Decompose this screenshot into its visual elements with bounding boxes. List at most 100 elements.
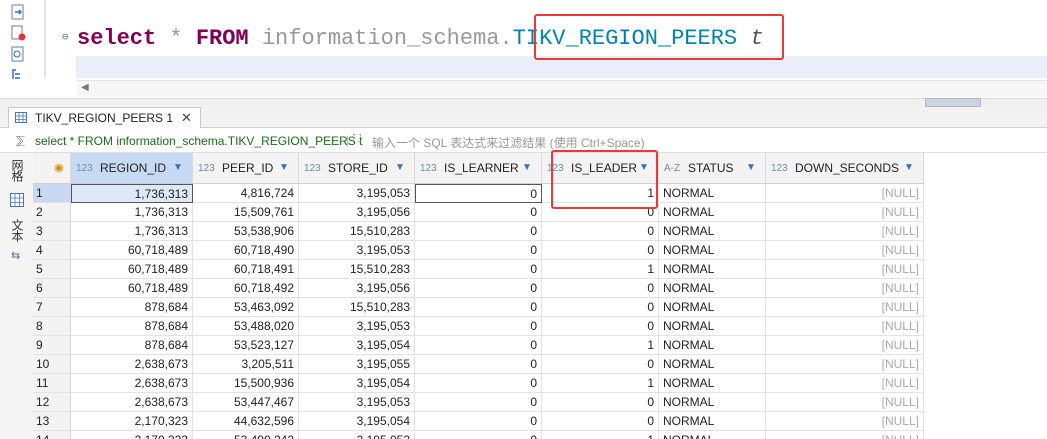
table-cell-status[interactable]: NORMAL (659, 374, 766, 393)
sort-icon[interactable]: ▼ (746, 162, 756, 173)
sort-icon[interactable]: ▼ (904, 162, 914, 173)
table-cell-region-id[interactable]: 2,638,673 (71, 374, 193, 393)
table-cell-store-id[interactable]: 3,195,053 (299, 241, 415, 260)
table-cell-is-leader[interactable]: 1 (542, 431, 659, 439)
table-cell-store-id[interactable]: 3,195,055 (299, 355, 415, 374)
table-cell-down-seconds[interactable]: [NULL] (766, 317, 924, 336)
expand-filter-icon[interactable]: ⛶ (353, 133, 361, 146)
execute-script-icon[interactable] (10, 25, 26, 41)
table-cell-is-learner[interactable]: 0 (415, 222, 542, 241)
table-row[interactable]: 4 60,718,489 60,718,490 3,195,053 0 0 NORMAL [N… (33, 241, 1047, 260)
table-cell-is-leader[interactable]: 0 (542, 279, 659, 298)
table-cell-peer-id[interactable]: 3,205,511 (193, 355, 299, 374)
filter-input[interactable]: 输入一个 SQL 表达式来过滤结果 (使用 Ctrl+Space) (372, 134, 645, 151)
table-cell-region-id[interactable]: 878,684 (71, 336, 193, 355)
sort-icon[interactable]: ▼ (173, 162, 183, 173)
table-row[interactable]: 8 878,684 53,488,020 3,195,053 0 0 NORMAL [NULL… (33, 317, 1047, 336)
table-row[interactable]: 2 1,736,313 15,509,761 3,195,056 0 0 NORMAL [NU… (33, 203, 1047, 222)
table-cell-down-seconds[interactable]: [NULL] (766, 393, 924, 412)
table-cell-status[interactable]: NORMAL (659, 184, 766, 203)
table-cell-status[interactable]: NORMAL (659, 431, 766, 439)
table-cell-status[interactable]: NORMAL (659, 317, 766, 336)
table-row[interactable]: 142,170,32353,490,2423,195,05301NORMAL[N… (33, 431, 1047, 439)
column-header-region-id[interactable]: 123 REGION_ID ▼ (71, 153, 193, 184)
table-cell-peer-id[interactable]: 53,463,092 (193, 298, 299, 317)
side-tab-text[interactable]: 文本 (8, 219, 26, 241)
table-cell-down-seconds[interactable]: [NULL] (766, 222, 924, 241)
column-header-down-seconds[interactable]: 123 DOWN_SECONDS ▼ (766, 153, 924, 184)
table-cell-peer-id[interactable]: 53,523,127 (193, 336, 299, 355)
table-cell-region-id[interactable]: 878,684 (71, 298, 193, 317)
explain-plan-icon[interactable] (10, 46, 26, 62)
table-row[interactable]: 6 60,718,489 60,718,492 3,195,056 0 0 NORMAL [N… (33, 279, 1047, 298)
table-cell-is-learner[interactable]: 0 (415, 260, 542, 279)
table-cell-store-id[interactable]: 3,195,056 (299, 279, 415, 298)
table-row[interactable]: 3 1,736,313 53,538,906 15,510,283 0 0 NORMAL [N… (33, 222, 1047, 241)
table-cell-store-id[interactable]: 3,195,054 (299, 412, 415, 431)
row-number[interactable]: 3 (33, 222, 71, 241)
column-header-is-learner[interactable]: 123 IS_LEARNER ▼ (415, 153, 542, 184)
sort-icon[interactable]: ▼ (522, 162, 532, 173)
table-cell-is-learner[interactable]: 0 (415, 336, 542, 355)
table-cell-is-learner[interactable]: 0 (415, 298, 542, 317)
table-cell-region-id[interactable]: 2,170,323 (71, 412, 193, 431)
table-cell-is-learner[interactable]: 0 (415, 184, 542, 203)
table-cell-status[interactable]: NORMAL (659, 260, 766, 279)
table-row[interactable]: 9 878,684 53,523,127 3,195,054 0 1 NORMAL [NULL… (33, 336, 1047, 355)
table-cell-region-id[interactable]: 60,718,489 (71, 260, 193, 279)
table-cell-status[interactable]: NORMAL (659, 393, 766, 412)
table-cell-is-learner[interactable]: 0 (415, 412, 542, 431)
table-cell-region-id[interactable]: 60,718,489 (71, 279, 193, 298)
table-row[interactable]: 1 1,736,313 4,816,724 3,195,053 0 1 NORMAL [NUL… (33, 184, 1047, 203)
select-all-icon[interactable]: ◉ (54, 161, 64, 174)
table-row[interactable]: 10 2,638,673 3,205,511 3,195,055 0 0 NORMAL [NU… (33, 355, 1047, 374)
table-cell-is-leader[interactable]: 1 (542, 336, 659, 355)
execute-statement-icon[interactable] (10, 4, 26, 20)
table-cell-is-leader[interactable]: 0 (542, 412, 659, 431)
tab-results[interactable]: TIKV_REGION_PEERS 1 ✕ (8, 107, 201, 128)
table-cell-down-seconds[interactable]: [NULL] (766, 203, 924, 222)
table-row[interactable]: 11 2,638,673 15,500,936 3,195,054 0 1 NORMAL [N… (33, 374, 1047, 393)
table-cell-is-learner[interactable]: 0 (415, 374, 542, 393)
table-cell-store-id[interactable]: 15,510,283 (299, 260, 415, 279)
table-cell-down-seconds[interactable]: [NULL] (766, 355, 924, 374)
sql-editor[interactable]: ⊖ select * FROM information_schema.TIKV_… (0, 0, 1047, 98)
table-cell-status[interactable]: NORMAL (659, 241, 766, 260)
table-cell-status[interactable]: NORMAL (659, 298, 766, 317)
table-row[interactable]: 12 2,638,673 53,447,467 3,195,053 0 0 NORMAL [N… (33, 393, 1047, 412)
table-cell-is-learner[interactable]: 0 (415, 279, 542, 298)
table-cell-peer-id[interactable]: 15,500,936 (193, 374, 299, 393)
table-cell-is-learner[interactable]: 0 (415, 393, 542, 412)
sort-icon[interactable]: ▼ (279, 162, 289, 173)
row-number[interactable]: 2 (33, 203, 71, 222)
row-number[interactable]: 5 (33, 260, 71, 279)
table-cell-is-leader[interactable]: 1 (542, 260, 659, 279)
editor-horizontal-scrollbar[interactable]: ◀ (77, 80, 1047, 97)
table-cell-status[interactable]: NORMAL (659, 336, 766, 355)
table-cell-region-id[interactable]: 2,638,673 (71, 393, 193, 412)
table-cell-is-learner[interactable]: 0 (415, 241, 542, 260)
table-cell-store-id[interactable]: 3,195,054 (299, 374, 415, 393)
table-cell-store-id[interactable]: 3,195,054 (299, 336, 415, 355)
table-cell-is-leader[interactable]: 0 (542, 298, 659, 317)
table-cell-is-learner[interactable]: 0 (415, 203, 542, 222)
table-cell-down-seconds[interactable]: [NULL] (766, 184, 924, 203)
table-cell-region-id[interactable]: 878,684 (71, 317, 193, 336)
table-cell-peer-id[interactable]: 60,718,491 (193, 260, 299, 279)
sort-icon[interactable]: ▼ (395, 162, 405, 173)
table-cell-is-leader[interactable]: 0 (542, 222, 659, 241)
scroll-left-icon[interactable]: ◀ (81, 82, 89, 93)
table-cell-is-learner[interactable]: 0 (415, 317, 542, 336)
table-cell-peer-id[interactable]: 4,816,724 (193, 184, 299, 203)
grid-view-icon[interactable] (10, 193, 24, 207)
side-tab-grid[interactable]: 网格 (8, 159, 26, 181)
results-grid[interactable]: ◉ 123 REGION_ID ▼ 123 PEER_ID ▼ 123 STORE_ID ▼ 12… (33, 153, 1047, 439)
row-number[interactable]: 4 (33, 241, 71, 260)
row-number[interactable]: 7 (33, 298, 71, 317)
table-cell-is-leader[interactable]: 1 (542, 374, 659, 393)
table-cell-peer-id[interactable]: 15,509,761 (193, 203, 299, 222)
row-number[interactable]: 11 (33, 374, 71, 393)
table-cell-peer-id[interactable]: 53,538,906 (193, 222, 299, 241)
row-number[interactable]: 13 (33, 412, 71, 431)
row-number[interactable]: 8 (33, 317, 71, 336)
